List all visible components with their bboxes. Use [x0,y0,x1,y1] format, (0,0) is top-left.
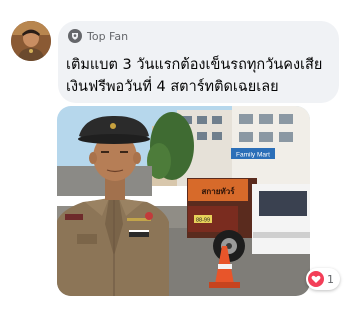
comment-photo[interactable]: Family Mart สกายทัวร์ 88-99 [57,106,310,296]
top-fan-badge[interactable]: Top Fan [68,28,128,44]
top-fan-label: Top Fan [87,29,129,43]
vehicle-banner-text: สกายทัวร์ [202,186,236,196]
top-fan-icon [68,29,82,43]
reaction-summary[interactable]: 1 [306,268,340,290]
store-sign-text: Family Mart [236,152,270,159]
comment-bubble: Top Fan เติมแบต 3 วันแรกต้องเข็นรถทุกวัน… [58,21,339,103]
commenter-avatar[interactable] [11,21,51,61]
plate-text: 88-99 [196,218,210,224]
reaction-count: 1 [327,272,334,286]
comment-line: เงินฟรีพอวันที่ 4 สตาร์ทติดเฉยเลย [66,79,279,95]
heart-reaction-icon [308,271,324,287]
comment-text: เติมแบต 3 วันแรกต้องเข็นรถทุกวันคงเสีย เ… [66,54,338,98]
comment-line: เติมแบต 3 วันแรกต้องเข็นรถทุกวันคงเสีย [66,57,323,73]
